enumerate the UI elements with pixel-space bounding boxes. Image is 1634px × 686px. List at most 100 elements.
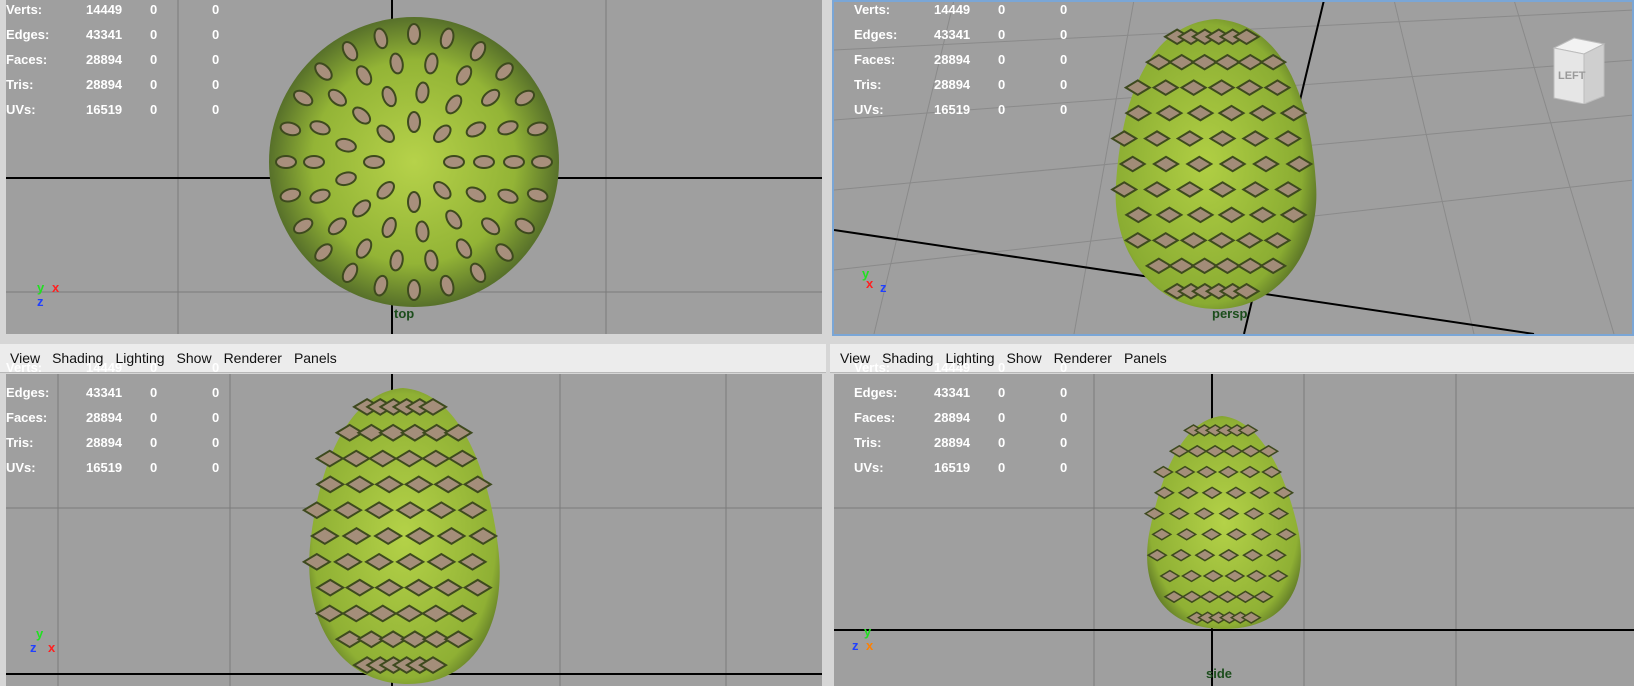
axis-z: z	[880, 280, 887, 295]
hud-selected: 0	[150, 385, 158, 400]
hud-component: 0	[1060, 385, 1068, 400]
hud-component: 0	[212, 360, 220, 375]
pine-cone-side[interactable]	[1134, 414, 1314, 634]
camera-label-top: top	[394, 306, 415, 321]
hud-selected: 0	[150, 102, 158, 117]
view-cube-face-label: LEFT	[1558, 70, 1586, 82]
hud-component: 0	[1060, 2, 1068, 17]
hud-selected: 0	[150, 435, 158, 450]
hud-total: 14449	[86, 2, 123, 17]
hud-component: 0	[1060, 102, 1068, 117]
axis-gizmo-side: y z x	[852, 624, 892, 664]
menu-panels[interactable]: Panels	[294, 350, 337, 366]
hud-selected: 0	[998, 385, 1006, 400]
hud-total: 16519	[86, 102, 123, 117]
hud-label: Verts:	[6, 360, 43, 375]
hud-selected: 0	[998, 435, 1006, 450]
hud-total: 28894	[934, 77, 971, 92]
hud-label: UVs:	[854, 460, 884, 475]
axis-z: z	[30, 640, 37, 655]
hud-component: 0	[1060, 27, 1068, 42]
viewport-persp-canvas[interactable]: persp y x z LEFT	[834, 0, 1634, 334]
cone-scale	[275, 155, 297, 169]
hud-total: 28894	[86, 410, 123, 425]
hud-label: Edges:	[6, 385, 50, 400]
hud-label: Faces:	[6, 410, 48, 425]
hud-component: 0	[212, 52, 220, 67]
axis-y: y	[36, 626, 44, 641]
viewport-persp[interactable]: persp y x z LEFT Verts: 14449 0 0 Edges: 4334…	[830, 0, 1634, 336]
hud-selected: 0	[150, 410, 158, 425]
hud-component: 0	[1060, 435, 1068, 450]
hud-total: 16519	[86, 460, 123, 475]
hud-label: Tris:	[854, 77, 882, 92]
hud-label: Verts:	[6, 2, 43, 17]
axis-gizmo-persp: y x z	[862, 266, 902, 306]
axis-x: x	[48, 640, 56, 655]
pine-cone-front[interactable]	[298, 386, 518, 686]
viewport-front[interactable]: View Shading Lighting Show Renderer Panels	[0, 344, 826, 686]
hud-component: 0	[212, 2, 220, 17]
hud-selected: 0	[998, 460, 1006, 475]
camera-label-persp: persp	[1212, 306, 1248, 321]
axis-z: z	[37, 294, 44, 309]
hud-total: 43341	[86, 385, 123, 400]
hud-component: 0	[1060, 360, 1068, 375]
hud-label: Edges:	[854, 27, 898, 42]
hud-selected: 0	[150, 2, 158, 17]
hud-label: Verts:	[854, 360, 891, 375]
hud-total: 43341	[934, 27, 971, 42]
hud-selected: 0	[998, 2, 1006, 17]
hud-selected: 0	[998, 27, 1006, 42]
cone-scale	[443, 155, 465, 169]
hud-selected: 0	[150, 360, 158, 375]
hud-total: 16519	[934, 460, 971, 475]
viewport-side[interactable]: View Shading Lighting Show Renderer Panels	[830, 344, 1634, 686]
axis-gizmo-front: y z x	[30, 626, 70, 666]
cone-scale	[363, 155, 385, 169]
axis-x: x	[866, 276, 874, 291]
hud-total: 14449	[934, 2, 971, 17]
cone-scale	[303, 155, 325, 169]
hud-selected: 0	[150, 460, 158, 475]
hud-label: Faces:	[854, 52, 896, 67]
hud-component: 0	[1060, 410, 1068, 425]
hud-label: Faces:	[854, 410, 896, 425]
hud-component: 0	[212, 460, 220, 475]
pine-cone-top[interactable]	[264, 12, 564, 312]
cone-scale	[531, 155, 553, 169]
pine-cone-persp[interactable]	[1096, 14, 1336, 314]
hud-component: 0	[1060, 77, 1068, 92]
camera-label-side: side	[1206, 666, 1233, 681]
cone-scale	[407, 279, 421, 301]
axis-x: x	[866, 638, 874, 653]
view-cube-icon[interactable]: LEFT	[1544, 34, 1608, 105]
axis-x: x	[52, 280, 60, 295]
viewport-top[interactable]: top y x z Verts: 14449 0 0 Edges: 43341 0 0 Face…	[0, 0, 826, 336]
hud-label: Edges:	[6, 27, 50, 42]
hud-total: 14449	[934, 360, 971, 375]
hud-component: 0	[1060, 460, 1068, 475]
hud-selected: 0	[998, 410, 1006, 425]
axis-y: y	[37, 280, 45, 295]
hud-total: 16519	[934, 102, 971, 117]
hud-label: Tris:	[6, 77, 34, 92]
axis-gizmo-top: y x z	[32, 280, 72, 320]
hud-total: 14449	[86, 360, 123, 375]
menu-panels[interactable]: Panels	[1124, 350, 1167, 366]
hud-component: 0	[212, 410, 220, 425]
hud-total: 43341	[934, 385, 971, 400]
hud-selected: 0	[150, 27, 158, 42]
hud-selected: 0	[150, 52, 158, 67]
hud-total: 28894	[86, 435, 123, 450]
hud-label: Edges:	[854, 385, 898, 400]
cone-scale	[473, 155, 495, 169]
hud-selected: 0	[150, 77, 158, 92]
viewport-top-canvas[interactable]: top y x z	[6, 0, 822, 334]
hud-label: Tris:	[6, 435, 34, 450]
hud-selected: 0	[998, 52, 1006, 67]
hud-label: UVs:	[6, 460, 36, 475]
hud-total: 43341	[86, 27, 123, 42]
hud-selected: 0	[998, 360, 1006, 375]
cone-scale	[503, 155, 525, 169]
